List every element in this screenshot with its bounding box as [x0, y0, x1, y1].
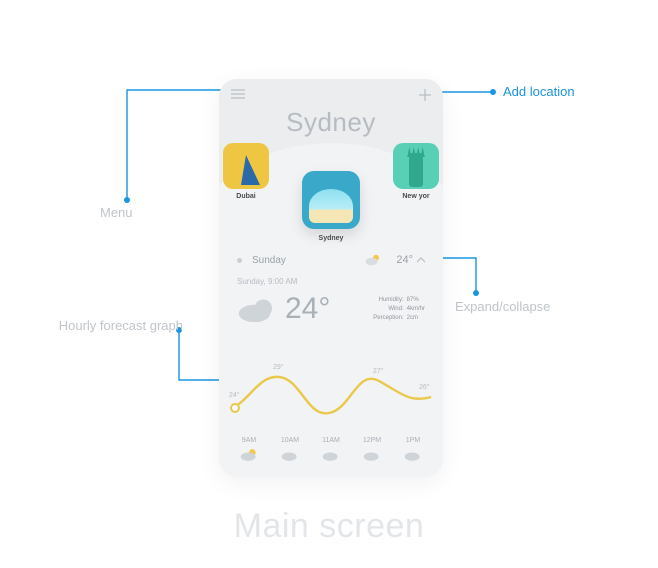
hour-label: 10AM — [274, 437, 306, 444]
cloud-sun-icon — [239, 448, 259, 462]
cloud-icon — [403, 448, 423, 462]
hamburger-icon — [231, 89, 245, 99]
cloud-icon — [362, 448, 382, 462]
page-title: Main screen — [0, 507, 658, 546]
timestamp: Sunday, 9:00 AM — [237, 277, 425, 286]
sydney-icon — [302, 171, 360, 229]
current-temp: 24° — [285, 292, 330, 326]
hourly-strip: 9AM 10AM 11AM 12PM 1PM — [233, 437, 429, 467]
expand-collapse-button[interactable] — [417, 256, 425, 265]
cloud-icon — [321, 448, 341, 462]
cloud-icon — [280, 448, 300, 462]
hour-label: 9AM — [233, 437, 265, 444]
chart-line — [231, 377, 431, 413]
city-card-dubai[interactable]: Dubai — [221, 143, 271, 200]
day-temp: 24° — [396, 254, 413, 266]
chevron-up-icon — [417, 257, 425, 263]
annotation-add-location: Add location — [503, 84, 575, 99]
city-card-newyork[interactable]: New yor — [391, 143, 441, 200]
hour-slot[interactable]: 11AM — [315, 437, 347, 467]
day-name: Sunday — [252, 255, 364, 266]
city-label: New yor — [391, 193, 441, 200]
liberty-icon — [393, 143, 439, 189]
hour-slot[interactable]: 12PM — [356, 437, 388, 467]
current-detail: Sunday, 9:00 AM 24° Humidity:87% Wind:4k… — [237, 277, 425, 326]
menu-button[interactable] — [231, 89, 245, 101]
dubai-icon — [223, 143, 269, 189]
chart-point-label: 29° — [273, 363, 284, 371]
city-card-sydney[interactable]: Sydney — [298, 171, 364, 242]
chart-knob[interactable] — [231, 404, 239, 412]
city-cards: Dubai New yor Sydney — [219, 143, 443, 200]
annotation-graph: Hourly forecast graph — [53, 318, 183, 333]
hourly-forecast-graph[interactable]: 24° 29° 27° 26° — [229, 355, 433, 433]
add-location-button[interactable] — [419, 89, 431, 103]
hour-label: 1PM — [397, 437, 429, 444]
annotation-menu: Menu — [100, 205, 133, 220]
city-label: Sydney — [298, 235, 364, 242]
city-title: Sydney — [219, 79, 443, 138]
cloud-icon — [237, 296, 279, 322]
phone-frame: Sydney Dubai New yor Sydney Sunday 24° S… — [219, 79, 443, 477]
hour-label: 11AM — [315, 437, 347, 444]
sun-cloud-icon — [364, 253, 382, 267]
hour-slot[interactable]: 1PM — [397, 437, 429, 467]
hour-label: 12PM — [356, 437, 388, 444]
chart-point-label: 24° — [229, 391, 240, 399]
bullet-icon — [237, 258, 242, 263]
weather-stats: Humidity:87% Wind:4km/hr Perception:2cm — [366, 296, 425, 323]
hour-slot[interactable]: 9AM — [233, 437, 265, 467]
city-label: Dubai — [221, 193, 271, 200]
hour-slot[interactable]: 10AM — [274, 437, 306, 467]
annotation-expand: Expand/collapse — [455, 299, 550, 314]
chart-point-label: 27° — [373, 367, 384, 375]
chart-point-label: 26° — [419, 383, 430, 391]
plus-icon — [419, 89, 431, 101]
day-summary-row: Sunday 24° — [237, 253, 425, 267]
